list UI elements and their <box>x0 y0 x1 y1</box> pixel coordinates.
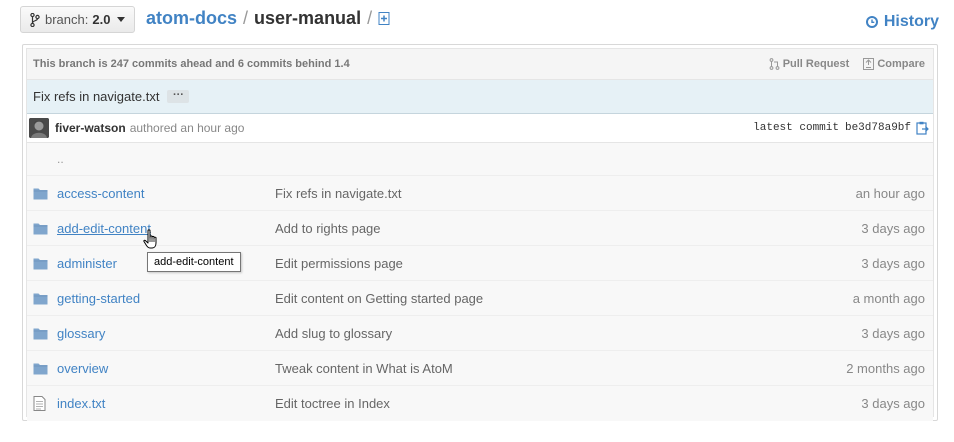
breadcrumb-current: user-manual <box>254 8 362 28</box>
file-age: 3 days ago <box>861 396 925 411</box>
commit-message-link[interactable]: Fix refs in navigate.txt <box>33 89 159 104</box>
file-commit-message[interactable]: Fix refs in navigate.txt <box>275 186 793 201</box>
branch-icon <box>30 12 40 27</box>
folder-icon <box>27 222 57 235</box>
file-commit-message[interactable]: Edit content on Getting started page <box>275 291 793 306</box>
file-name-link[interactable]: overview <box>57 361 275 376</box>
tooltip: add-edit-content <box>147 252 241 272</box>
branch-label: branch: <box>45 12 89 27</box>
latest-commit-info: latest commit be3d78a9bf <box>753 121 933 135</box>
history-label: History <box>883 13 939 30</box>
file-age: a month ago <box>852 290 925 306</box>
file-commit-message[interactable]: Add slug to glossary <box>275 326 793 341</box>
latest-commit-bar: Fix refs in navigate.txt ··· <box>27 80 933 114</box>
file-commit-message[interactable]: Add to rights page <box>275 221 793 236</box>
file-name-link[interactable]: getting-started <box>57 291 275 306</box>
latest-commit-label: latest commit <box>753 122 839 134</box>
folder-icon <box>27 362 57 375</box>
history-link[interactable]: History <box>865 13 939 31</box>
branch-status-text: This branch is 247 commits ahead and 6 c… <box>33 58 350 70</box>
commit-sha-link[interactable]: be3d78a9bf <box>845 122 911 134</box>
commit-author-link[interactable]: fiver-watson <box>55 121 126 135</box>
folder-icon <box>27 187 57 200</box>
commit-author-bar: fiver-watson authored an hour ago latest… <box>27 114 933 143</box>
table-row: overview Tweak content in What is AtoM 2 m… <box>27 351 933 386</box>
hand-cursor-icon <box>143 229 157 249</box>
pull-request-icon <box>769 58 780 70</box>
folder-icon <box>27 327 57 340</box>
file-age: 3 days ago <box>861 220 925 236</box>
file-name-link[interactable]: index.txt <box>57 396 275 411</box>
file-age: 2 months ago <box>846 360 925 376</box>
file-commit-message[interactable]: Edit permissions page <box>275 256 793 271</box>
commit-authored-time: authored an hour ago <box>129 121 245 135</box>
breadcrumb: atom-docs / user-manual / <box>146 8 391 29</box>
file-name-link[interactable]: access-content <box>57 186 275 201</box>
chevron-down-icon <box>117 17 126 22</box>
commit-expand-button[interactable]: ··· <box>167 89 190 103</box>
file-age: 3 days ago <box>861 325 925 341</box>
pull-request-button[interactable]: Pull Request <box>769 58 850 70</box>
file-age: 3 days ago <box>861 255 925 271</box>
branch-status-bar: This branch is 247 commits ahead and 6 c… <box>27 49 933 80</box>
folder-icon <box>27 257 57 270</box>
file-commit-message[interactable]: Tweak content in What is AtoM <box>275 361 793 376</box>
table-row: access-content Fix refs in navigate.txt an… <box>27 176 933 211</box>
compare-icon <box>863 58 875 70</box>
avatar[interactable] <box>29 118 49 138</box>
branch-value: 2.0 <box>92 12 111 27</box>
table-row: add-edit-content Add to rights page 3 days… <box>27 211 933 246</box>
table-row: glossary Add slug to glossary 3 days ago <box>27 316 933 351</box>
breadcrumb-repo-link[interactable]: atom-docs <box>146 8 237 29</box>
compare-label: Compare <box>877 58 925 70</box>
folder-icon <box>27 292 57 305</box>
file-name-link[interactable]: glossary <box>57 326 275 341</box>
breadcrumb-separator: / <box>243 8 249 28</box>
table-row: getting-started Edit content on Getting s… <box>27 281 933 316</box>
branch-selector-button[interactable]: branch: 2.0 <box>20 6 135 33</box>
file-commit-message[interactable]: Edit toctree in Index <box>275 396 793 411</box>
new-file-icon[interactable] <box>378 12 391 25</box>
history-icon <box>865 16 878 28</box>
breadcrumb-separator: / <box>367 8 373 28</box>
clipboard-icon[interactable] <box>916 121 929 135</box>
compare-button[interactable]: Compare <box>863 58 925 70</box>
parent-directory-label: .. <box>57 152 64 166</box>
file-age: an hour ago <box>855 185 925 201</box>
file-list: access-content Fix refs in navigate.txt an… <box>27 176 933 421</box>
pull-request-label: Pull Request <box>782 58 850 70</box>
file-text-icon <box>27 396 57 411</box>
parent-directory-link[interactable]: .. <box>27 143 933 176</box>
file-name-link[interactable]: add-edit-content <box>57 221 275 236</box>
table-row: index.txt Edit toctree in Index 3 days ago <box>27 386 933 421</box>
